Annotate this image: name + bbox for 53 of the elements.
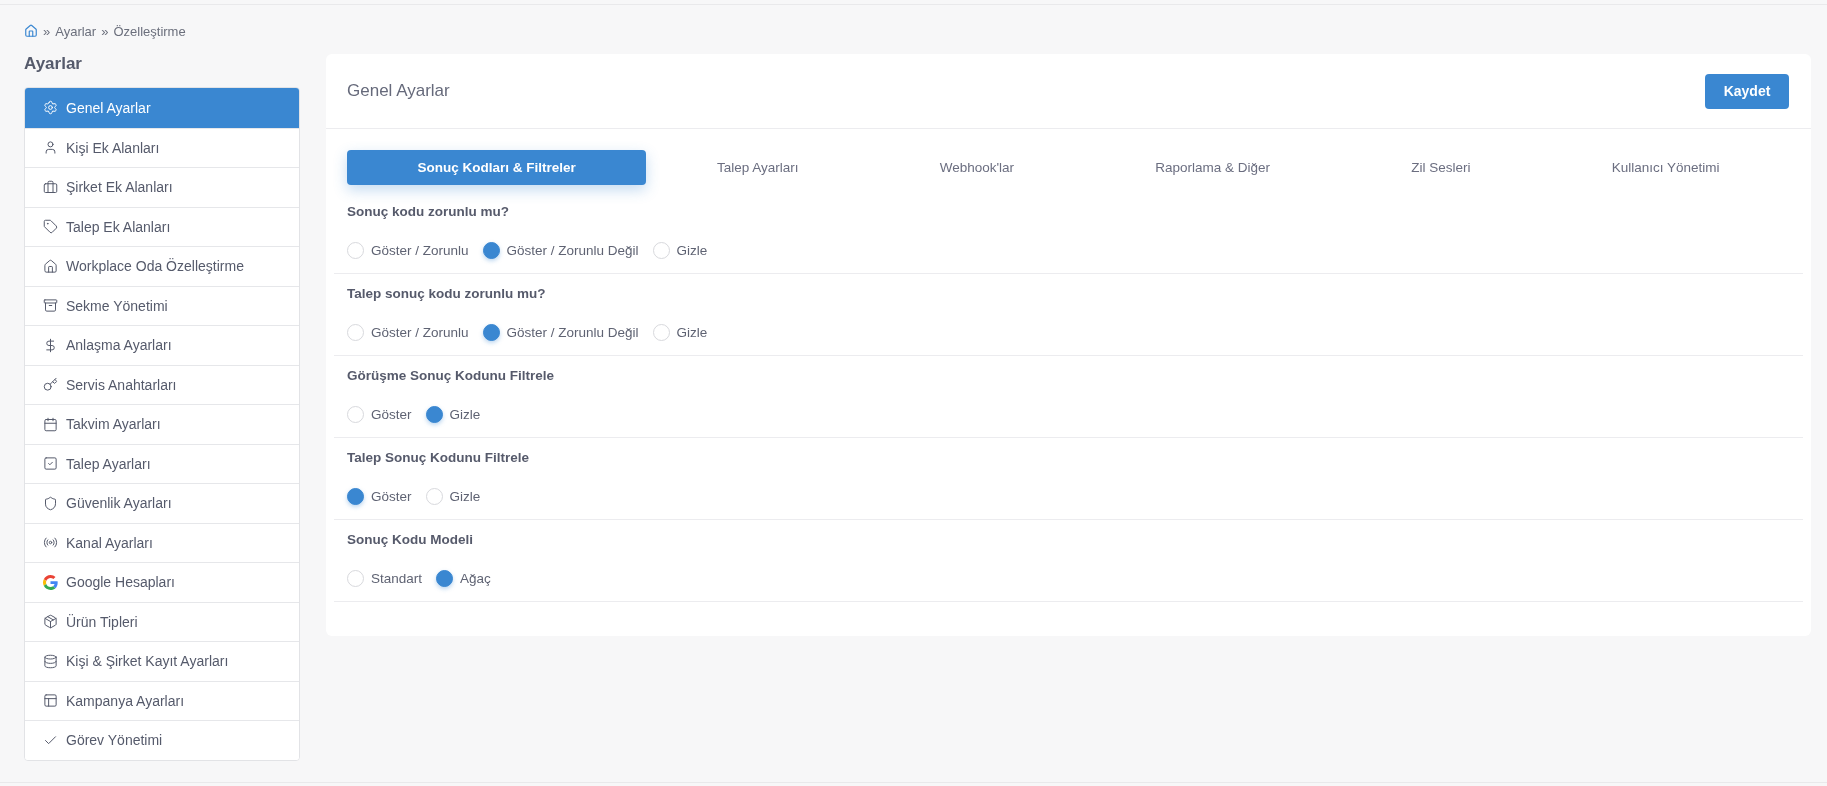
radio-button[interactable]: [425, 405, 443, 423]
briefcase-icon: [43, 179, 58, 195]
key-icon: [43, 377, 58, 393]
radio-button[interactable]: [482, 241, 500, 259]
radio-label[interactable]: Gizle: [676, 324, 708, 340]
radio-label[interactable]: Göster: [371, 406, 412, 422]
radio-label[interactable]: Göster / Zorunlu: [371, 324, 469, 340]
setting-question: Sonuç Kodu Modeli: [347, 531, 474, 549]
breadcrumb-separator: »: [43, 23, 51, 39]
sidebar-item[interactable]: Genel Ayarlar: [25, 88, 299, 128]
radio-label[interactable]: Göster: [371, 488, 412, 504]
gear-icon: [43, 100, 58, 116]
setting-question: Sonuç kodu zorunlu mu?: [347, 203, 510, 221]
card-title: Genel Ayarlar: [347, 81, 450, 101]
checkbox-icon: [43, 456, 58, 472]
cube-icon: [43, 614, 58, 630]
radio-label[interactable]: Gizle: [676, 242, 708, 258]
dollar-icon: [43, 337, 58, 353]
breadcrumb-link[interactable]: Ayarlar: [55, 23, 97, 39]
tab[interactable]: Webhook'lar: [869, 150, 1085, 185]
radio-label[interactable]: Göster / Zorunlu Değil: [506, 242, 639, 258]
g-logo-icon: [43, 574, 58, 590]
tag-icon: [43, 219, 58, 235]
radio-label[interactable]: Gizle: [449, 406, 481, 422]
tab[interactable]: Sonuç Kodları & Filtreler: [347, 150, 647, 185]
breadcrumb-current-page: Özelleştirme: [113, 23, 186, 39]
setting-question: Talep sonuç kodu zorunlu mu?: [347, 285, 547, 303]
tab[interactable]: Talep Ayarları: [646, 150, 870, 185]
radio-button[interactable]: [436, 569, 454, 587]
sidebar-item[interactable]: Görev Yönetimi: [25, 720, 299, 760]
tab[interactable]: Raporlama & Diğer: [1084, 150, 1341, 185]
layout-icon: [43, 693, 58, 709]
save-button[interactable]: Kaydet: [1705, 73, 1789, 109]
setting-question: Görüşme Sonuç Kodunu Filtrele: [347, 367, 555, 385]
calendar-icon: [43, 416, 58, 432]
home-icon[interactable]: [24, 24, 38, 38]
radio-label[interactable]: Ağaç: [460, 570, 491, 586]
radio-label[interactable]: Göster / Zorunlu: [371, 242, 469, 258]
sidebar-title: Ayarlar: [24, 54, 83, 74]
radio-label[interactable]: Standart: [371, 570, 423, 586]
shield-icon: [43, 495, 58, 511]
breadcrumb-separator: »: [101, 23, 109, 39]
tab[interactable]: Zil Sesleri: [1340, 150, 1542, 185]
radio-button[interactable]: [482, 323, 500, 341]
archive-box-icon: [43, 298, 58, 314]
radio-label[interactable]: Gizle: [449, 488, 481, 504]
setting-question: Talep Sonuç Kodunu Filtrele: [347, 449, 530, 467]
radio-button[interactable]: [347, 487, 364, 505]
person-icon: [43, 140, 58, 156]
house-icon: [43, 258, 58, 274]
database-icon: [43, 653, 58, 669]
tab[interactable]: Kullanıcı Yönetimi: [1541, 150, 1791, 185]
radio-label[interactable]: Göster / Zorunlu Değil: [506, 324, 639, 340]
